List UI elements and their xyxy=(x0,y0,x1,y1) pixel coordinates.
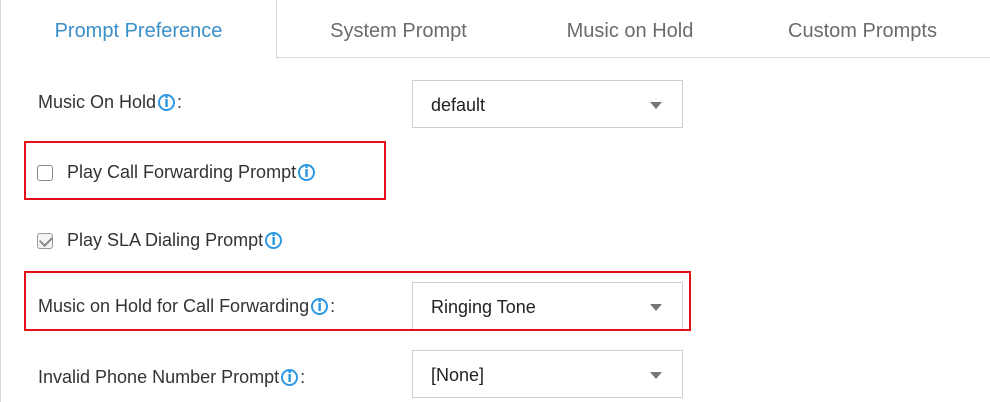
info-icon[interactable]: i xyxy=(265,232,283,249)
music-on-hold-value: default xyxy=(431,95,486,115)
tab-prompt-preference[interactable]: Prompt Preference xyxy=(0,0,277,59)
play-sla-dialing-label: Play SLA Dialing Prompt xyxy=(67,230,264,250)
music-on-hold-label: Music On Hold i : xyxy=(38,92,182,113)
play-sla-dialing-row: Play SLA Dialing Prompt i xyxy=(37,230,283,251)
invalid-phone-select[interactable]: [None] xyxy=(412,350,683,398)
tab-divider xyxy=(277,57,990,58)
highlight-box-moh-call-forwarding xyxy=(24,271,691,331)
chevron-down-icon xyxy=(650,372,662,379)
info-icon[interactable]: i xyxy=(281,369,299,386)
label-colon: : xyxy=(177,92,183,112)
tab-music-on-hold[interactable]: Music on Hold xyxy=(520,0,740,58)
play-sla-dialing-checkbox[interactable] xyxy=(37,232,53,249)
invalid-phone-label-text: Invalid Phone Number Prompt xyxy=(38,367,280,387)
tab-system-prompt[interactable]: System Prompt xyxy=(277,0,520,58)
invalid-phone-value: [None] xyxy=(431,365,485,385)
tab-custom-prompts[interactable]: Custom Prompts xyxy=(740,0,985,58)
info-icon[interactable]: i xyxy=(158,94,176,111)
music-on-hold-label-text: Music On Hold xyxy=(38,92,157,112)
panel-border xyxy=(0,58,1,402)
chevron-down-icon xyxy=(650,102,662,109)
invalid-phone-label: Invalid Phone Number Prompt i : xyxy=(38,367,305,388)
music-on-hold-select[interactable]: default xyxy=(412,80,683,128)
label-colon: : xyxy=(300,367,306,387)
tab-bar: Prompt Preference System Prompt Music on… xyxy=(0,0,990,59)
highlight-box-call-forwarding xyxy=(24,141,386,200)
